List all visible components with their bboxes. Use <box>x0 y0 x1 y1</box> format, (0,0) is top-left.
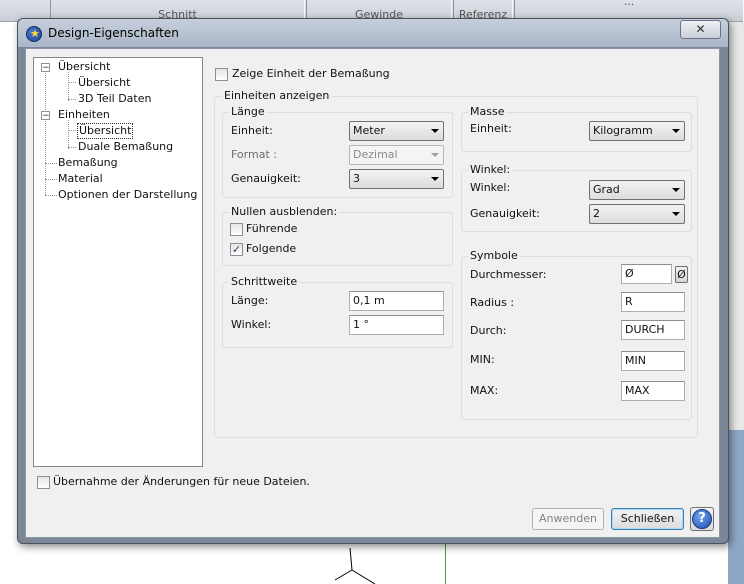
radius-label: Radius : <box>470 296 515 309</box>
help-icon: ? <box>692 509 712 529</box>
step-length-input[interactable]: 0,1 m <box>349 291 444 311</box>
step-length-label: Länge: <box>231 294 269 307</box>
angle-unit-label: Winkel: <box>470 181 511 194</box>
mass-group-label: Masse <box>468 105 507 118</box>
length-precision-dropdown[interactable]: 3 <box>349 169 444 189</box>
tree-item-dimensioning[interactable]: Bemaßung <box>58 156 118 170</box>
length-unit-dropdown[interactable]: Meter <box>349 121 444 141</box>
tree-item-3d-part-data[interactable]: 3D Teil Daten <box>78 92 151 106</box>
length-unit-label: Einheit: <box>231 124 273 137</box>
background-viewport-blue <box>728 430 744 584</box>
chevron-down-icon <box>431 177 439 181</box>
length-format-value: Dezimal <box>353 148 398 161</box>
angle-unit-dropdown[interactable]: Grad <box>589 180 685 200</box>
units-group-label: Einheiten anzeigen <box>222 89 332 102</box>
length-precision-value: 3 <box>353 172 360 185</box>
min-input[interactable]: MIN <box>621 351 685 371</box>
length-unit-value: Meter <box>353 124 385 137</box>
angle-precision-value: 2 <box>593 207 600 220</box>
trailing-zeros-checkbox[interactable]: ✓ <box>230 243 243 256</box>
hide-zeros-label: Nullen ausblenden: <box>229 205 340 218</box>
chevron-down-icon <box>672 212 680 216</box>
collapse-icon[interactable]: − <box>41 111 50 121</box>
trailing-zeros-label: Folgende <box>246 242 297 255</box>
leading-zeros-checkbox[interactable] <box>230 223 243 236</box>
step-angle-input[interactable]: 1 ° <box>349 315 444 335</box>
max-input[interactable]: MAX <box>621 381 685 401</box>
radius-input[interactable]: R <box>621 292 685 312</box>
tree-item-material[interactable]: Material <box>58 172 103 186</box>
mass-unit-dropdown[interactable]: Kilogramm <box>589 121 685 141</box>
mass-unit-value: Kilogramm <box>593 124 653 137</box>
tree-item-units-overview[interactable]: Übersicht <box>77 123 134 139</box>
min-label: MIN: <box>470 353 495 366</box>
step-angle-label: Winkel: <box>231 318 272 331</box>
mass-unit-label: Einheit: <box>470 122 512 135</box>
length-format-label: Format : <box>231 148 277 161</box>
through-label: Durch: <box>470 324 507 337</box>
tree-item-dual-dimensioning[interactable]: Duale Bemaßung <box>78 140 173 154</box>
diameter-symbol-button[interactable]: Ø <box>675 266 688 283</box>
tree-item-overview-sub[interactable]: Übersicht <box>78 76 130 90</box>
apply-new-files-checkbox[interactable] <box>37 476 50 489</box>
length-group-label: Länge <box>229 105 267 118</box>
max-label: MAX: <box>470 384 499 397</box>
hide-zeros-group <box>222 212 453 266</box>
diameter-label: Durchmesser: <box>470 268 547 281</box>
tree-item-units[interactable]: Einheiten <box>58 108 110 122</box>
length-format-dropdown: Dezimal <box>349 145 444 165</box>
close-button[interactable]: Schließen <box>611 508 684 530</box>
chevron-down-icon <box>431 153 439 157</box>
angle-precision-dropdown[interactable]: 2 <box>589 204 685 224</box>
symbols-group-label: Symbole <box>468 249 520 262</box>
apply-button[interactable]: Anwenden <box>532 508 604 530</box>
chevron-down-icon <box>672 188 680 192</box>
show-unit-checkbox[interactable] <box>215 68 228 81</box>
chevron-down-icon <box>431 129 439 133</box>
through-input[interactable]: DURCH <box>621 320 685 340</box>
dialog-title: Design-Eigenschaften <box>48 26 179 40</box>
background-green-line <box>445 544 446 584</box>
angle-group-label: Winkel: <box>468 163 513 176</box>
tree-item-overview[interactable]: Übersicht <box>58 60 110 74</box>
apply-new-files-label: Übernahme der Änderungen für neue Dateie… <box>53 475 310 488</box>
navigation-tree: − Übersicht Übersicht 3D Teil Daten − Ei… <box>33 57 203 467</box>
background-drawing-lines <box>334 547 376 584</box>
diameter-input[interactable]: Ø <box>621 264 672 284</box>
tree-item-display-options[interactable]: Optionen der Darstellung <box>58 188 197 202</box>
angle-unit-value: Grad <box>593 183 620 196</box>
show-unit-label: Zeige Einheit der Bemaßung <box>232 67 390 80</box>
app-star-icon: ★ <box>26 26 42 42</box>
step-group-label: Schrittweite <box>229 275 300 288</box>
length-precision-label: Genauigkeit: <box>231 172 301 185</box>
close-icon[interactable]: ✕ <box>680 20 721 39</box>
angle-precision-label: Genauigkeit: <box>470 207 540 220</box>
chevron-down-icon <box>672 129 680 133</box>
collapse-icon[interactable]: − <box>41 63 50 73</box>
help-button[interactable]: ? <box>690 507 714 531</box>
leading-zeros-label: Führende <box>246 222 298 235</box>
